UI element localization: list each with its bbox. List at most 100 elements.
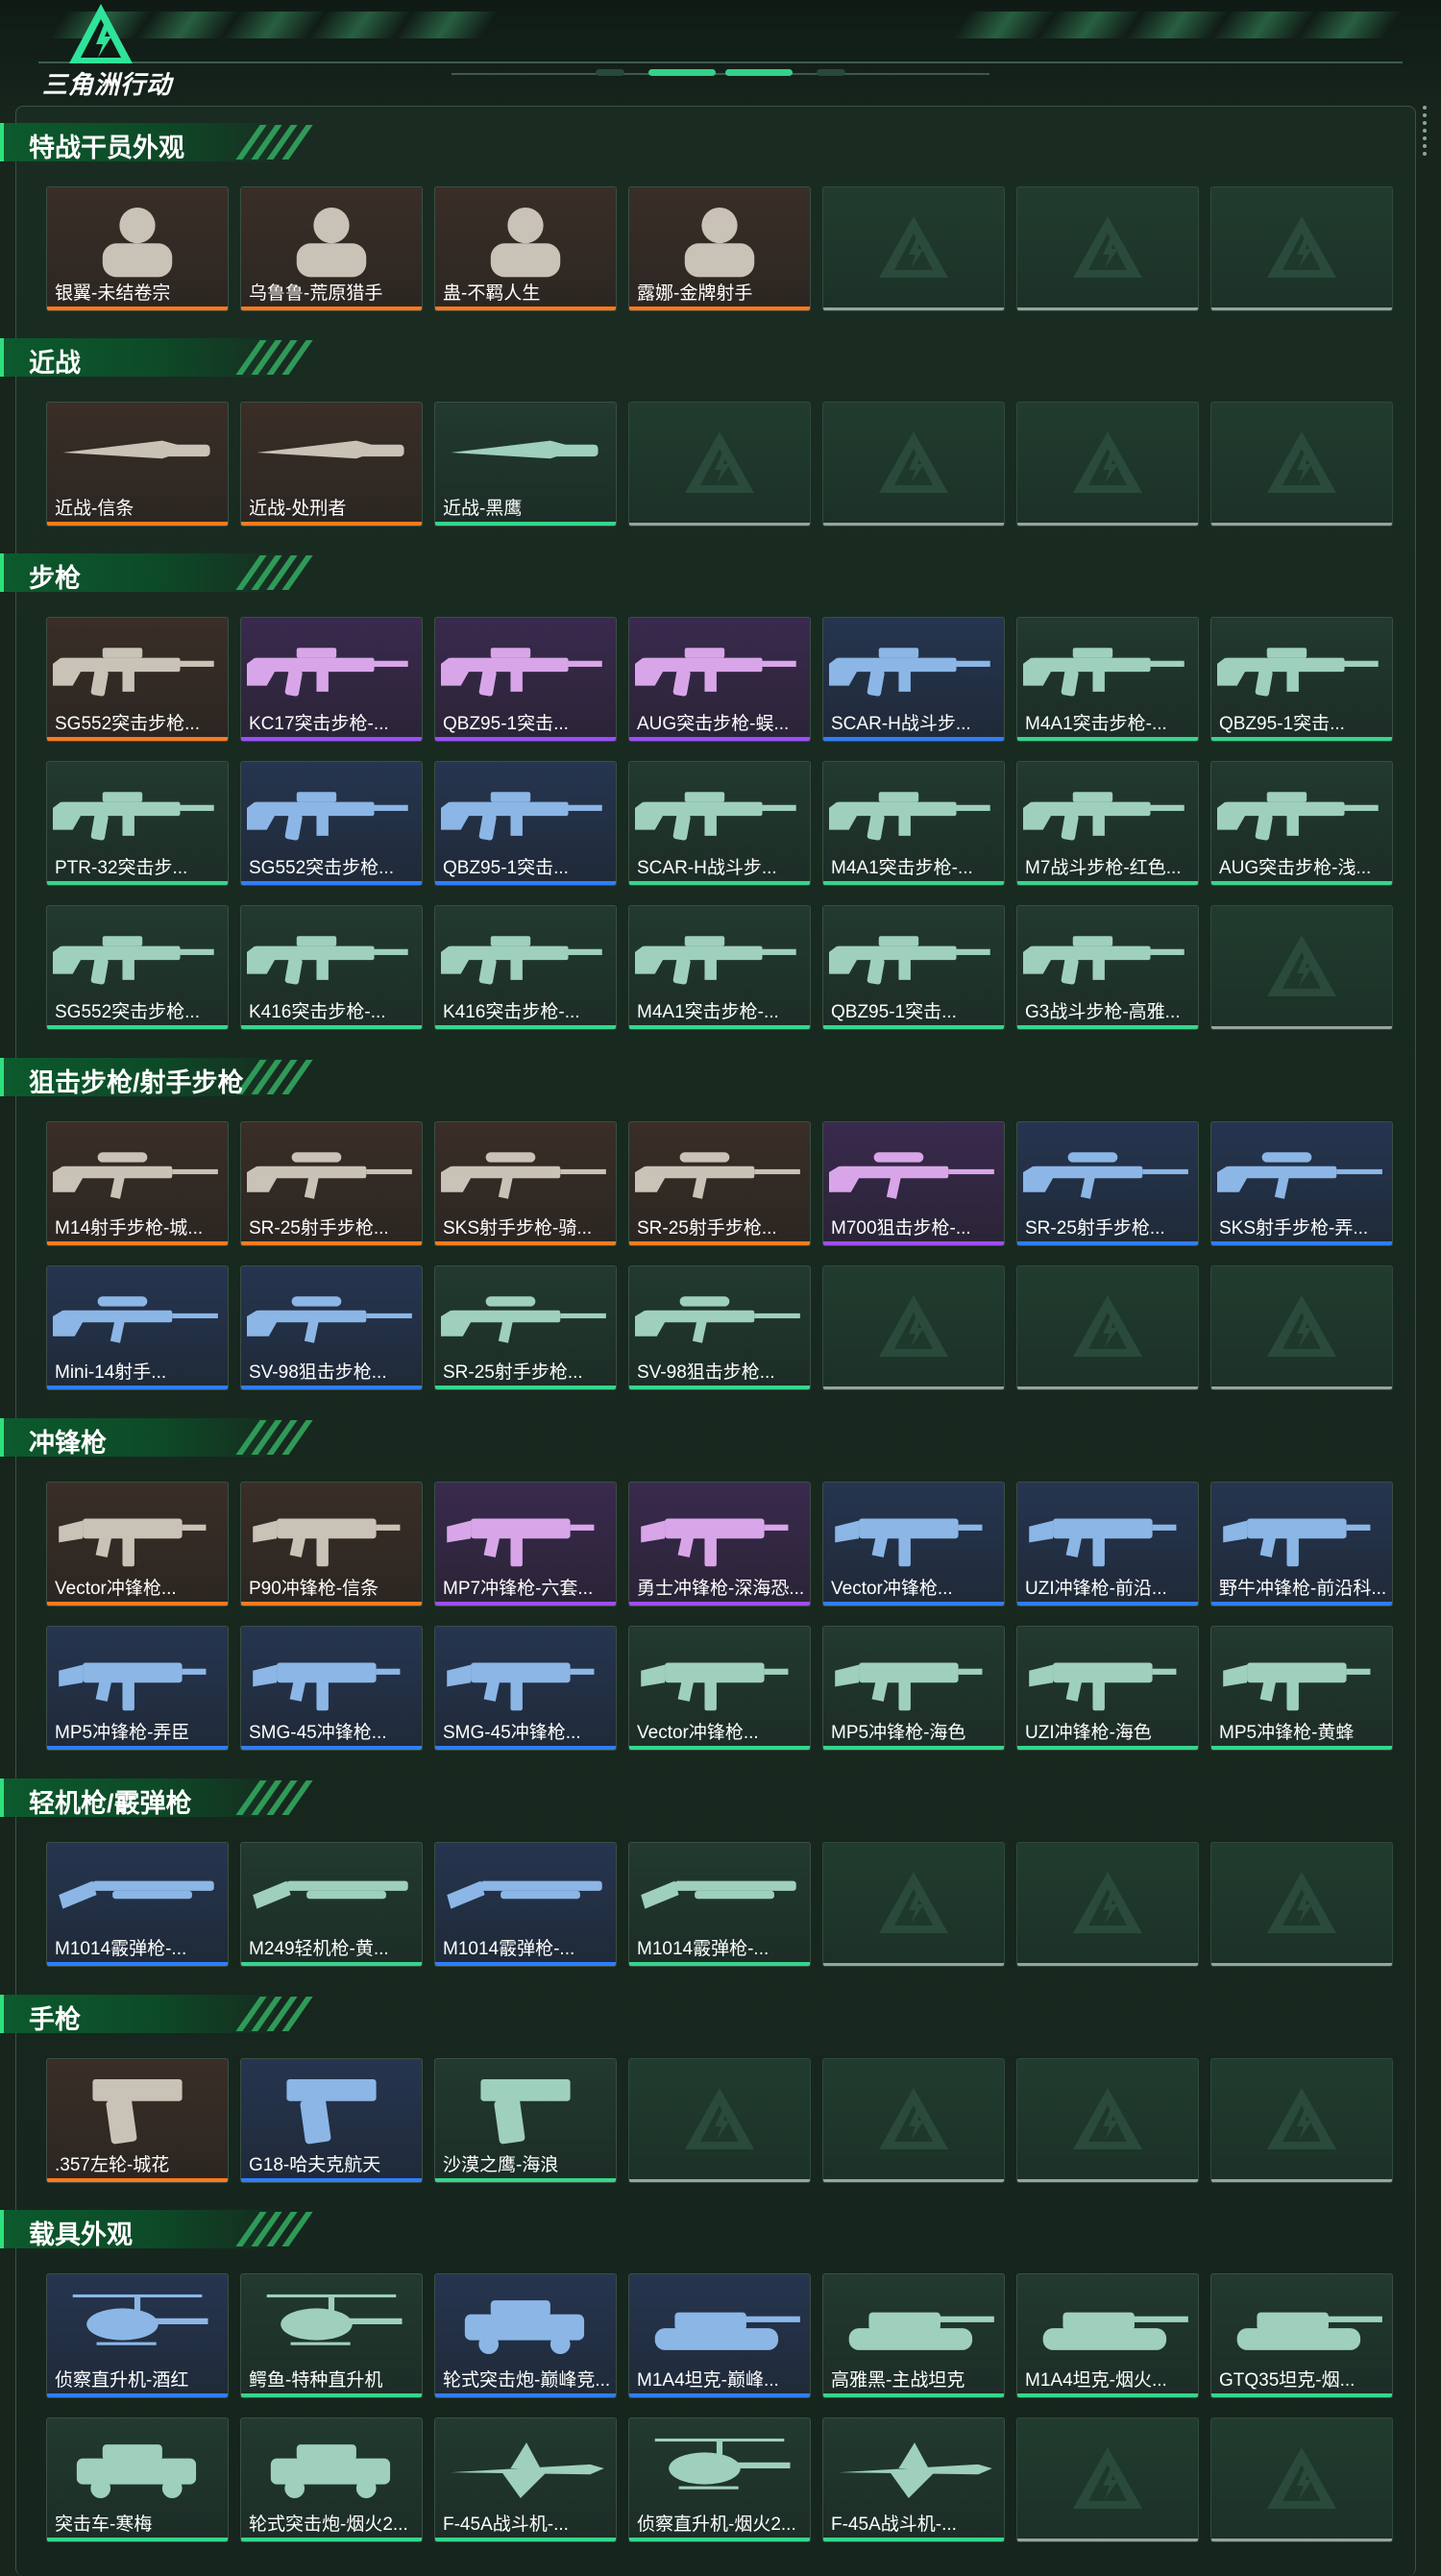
scroll-indicator[interactable]	[1420, 106, 1429, 173]
item-card[interactable]: Mini-14射手...	[46, 1265, 229, 1390]
item-card[interactable]: QBZ95-1突击...	[1210, 617, 1393, 742]
item-card[interactable]: M4A1突击步枪-...	[822, 761, 1005, 886]
item-card[interactable]: AUG突击步枪-蜈...	[628, 617, 811, 742]
item-card[interactable]: M700狙击步枪-...	[822, 1121, 1005, 1246]
item-card[interactable]: SG552突击步枪...	[240, 761, 423, 886]
item-card[interactable]: Vector冲锋枪...	[822, 1482, 1005, 1607]
item-card[interactable]: KC17突击步枪-...	[240, 617, 423, 742]
item-card[interactable]: 侦察直升机-烟火2...	[628, 2417, 811, 2542]
item-card[interactable]: SCAR-H战斗步...	[822, 617, 1005, 742]
item-card[interactable]: AUG突击步枪-浅...	[1210, 761, 1393, 886]
item-label: K416突击步枪-...	[249, 1002, 386, 1022]
item-card[interactable]: Vector冲锋枪...	[628, 1626, 811, 1751]
item-card[interactable]: QBZ95-1突击...	[434, 617, 617, 742]
item-card[interactable]: 轮式突击炮-巅峰竞...	[434, 2273, 617, 2398]
item-card[interactable]: SV-98狙击步枪...	[628, 1265, 811, 1390]
item-card[interactable]: MP7冲锋枪-六套...	[434, 1482, 617, 1607]
rifle-icon	[1023, 912, 1192, 1000]
smg-icon	[1023, 1632, 1192, 1721]
item-card[interactable]: MP5冲锋枪-弄臣	[46, 1626, 229, 1751]
item-card[interactable]: M1014霰弹枪-...	[434, 1842, 617, 1967]
item-card[interactable]: SMG-45冲锋枪...	[240, 1626, 423, 1751]
item-card[interactable]: QBZ95-1突击...	[434, 761, 617, 886]
item-card[interactable]: 乌鲁鲁-荒原猎手	[240, 186, 423, 311]
empty-slot-logo-icon	[1073, 1295, 1142, 1357]
item-card[interactable]: M249轻机枪-黄...	[240, 1842, 423, 1967]
item-card[interactable]: M4A1突击步枪-...	[1016, 617, 1199, 742]
item-card[interactable]: 侦察直升机-酒红	[46, 2273, 229, 2398]
item-card[interactable]: PTR-32突击步...	[46, 761, 229, 886]
item-card[interactable]: M1A4坦克-烟火...	[1016, 2273, 1199, 2398]
rarity-bar	[1211, 881, 1392, 885]
item-card[interactable]: M7战斗步枪-红色...	[1016, 761, 1199, 886]
smg-icon	[1023, 1488, 1192, 1577]
item-label: 蛊-不羁人生	[443, 283, 541, 304]
item-card[interactable]: 近战-黑鹰	[434, 402, 617, 527]
item-card[interactable]: 勇士冲锋枪-深海恐...	[628, 1482, 811, 1607]
item-card[interactable]: SR-25射手步枪...	[434, 1265, 617, 1390]
sniper-rifle-icon	[1217, 1128, 1386, 1216]
shotgun-icon	[635, 1849, 804, 1937]
section-header-stripes	[235, 340, 325, 375]
item-card[interactable]: UZI冲锋枪-海色	[1016, 1626, 1199, 1751]
item-card[interactable]: F-45A战斗机-...	[822, 2417, 1005, 2542]
smg-icon	[53, 1488, 222, 1577]
item-card[interactable]: SMG-45冲锋枪...	[434, 1626, 617, 1751]
item-card[interactable]: 鳄鱼-特种直升机	[240, 2273, 423, 2398]
item-card[interactable]: GTQ35坦克-烟...	[1210, 2273, 1393, 2398]
item-card[interactable]: MP5冲锋枪-海色	[822, 1626, 1005, 1751]
rifle-icon	[635, 624, 804, 712]
item-card[interactable]: 银翼-未结卷宗	[46, 186, 229, 311]
rarity-bar	[1211, 523, 1392, 526]
item-card[interactable]: UZI冲锋枪-前沿...	[1016, 1482, 1199, 1607]
item-card[interactable]: G18-哈夫克航天	[240, 2058, 423, 2183]
item-card[interactable]: 蛊-不羁人生	[434, 186, 617, 311]
section-header: 狙击步枪/射手步枪	[0, 1052, 327, 1097]
item-card[interactable]: 近战-信条	[46, 402, 229, 527]
operator-portrait-icon	[247, 193, 416, 282]
item-card[interactable]: 高雅黑-主战坦克	[822, 2273, 1005, 2398]
item-card[interactable]: 近战-处刑者	[240, 402, 423, 527]
rarity-bar	[1017, 2539, 1198, 2541]
item-label: SMG-45冲锋枪...	[443, 1723, 581, 1743]
rarity-bar	[47, 2538, 228, 2541]
item-card[interactable]: SCAR-H战斗步...	[628, 761, 811, 886]
item-card[interactable]: P90冲锋枪-信条	[240, 1482, 423, 1607]
item-card[interactable]: SG552突击步枪...	[46, 905, 229, 1030]
item-card[interactable]: M4A1突击步枪-...	[628, 905, 811, 1030]
item-card[interactable]: M1014霰弹枪-...	[46, 1842, 229, 1967]
item-card[interactable]: 轮式突击炮-烟火2...	[240, 2417, 423, 2542]
item-card[interactable]: M14射手步枪-城...	[46, 1121, 229, 1246]
item-label: 乌鲁鲁-荒原猎手	[249, 283, 383, 304]
rarity-bar	[823, 1602, 1004, 1606]
item-label: MP7冲锋枪-六套...	[443, 1579, 594, 1599]
item-label: .357左轮-城花	[55, 2155, 170, 2175]
item-card[interactable]: 露娜-金牌射手	[628, 186, 811, 311]
item-card[interactable]: Vector冲锋枪...	[46, 1482, 229, 1607]
item-card[interactable]: SV-98狙击步枪...	[240, 1265, 423, 1390]
rarity-bar	[629, 1386, 810, 1389]
rifle-icon	[1217, 768, 1386, 856]
item-card[interactable]: SKS射手步枪-骑...	[434, 1121, 617, 1246]
item-card[interactable]: M1014霰弹枪-...	[628, 1842, 811, 1967]
empty-slot	[628, 2058, 811, 2183]
item-card[interactable]: G3战斗步枪-高雅...	[1016, 905, 1199, 1030]
item-card[interactable]: M1A4坦克-巅峰...	[628, 2273, 811, 2398]
item-label: M7战斗步枪-红色...	[1025, 858, 1182, 878]
empty-slot	[1016, 2058, 1199, 2183]
item-card[interactable]: F-45A战斗机-...	[434, 2417, 617, 2542]
item-card[interactable]: SG552突击步枪...	[46, 617, 229, 742]
item-card[interactable]: K416突击步枪-...	[240, 905, 423, 1030]
item-card[interactable]: 沙漠之鹰-海浪	[434, 2058, 617, 2183]
section-header: 手枪	[0, 1989, 327, 2034]
item-card[interactable]: SR-25射手步枪...	[240, 1121, 423, 1246]
item-card[interactable]: 野牛冲锋枪-前沿科...	[1210, 1482, 1393, 1607]
item-card[interactable]: 突击车-寒梅	[46, 2417, 229, 2542]
item-card[interactable]: MP5冲锋枪-黄蜂	[1210, 1626, 1393, 1751]
item-card[interactable]: QBZ95-1突击...	[822, 905, 1005, 1030]
item-card[interactable]: K416突击步枪-...	[434, 905, 617, 1030]
item-card[interactable]: SR-25射手步枪...	[628, 1121, 811, 1246]
item-card[interactable]: SKS射手步枪-弄...	[1210, 1121, 1393, 1246]
item-card[interactable]: .357左轮-城花	[46, 2058, 229, 2183]
item-card[interactable]: SR-25射手步枪...	[1016, 1121, 1199, 1246]
